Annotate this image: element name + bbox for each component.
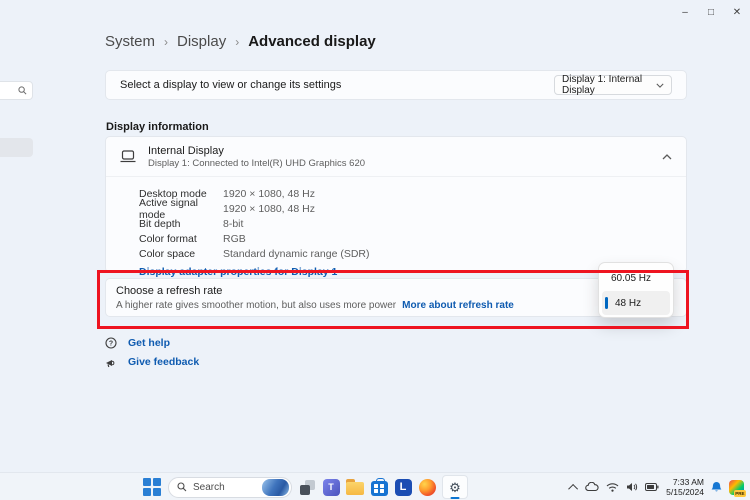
breadcrumb-system[interactable]: System [105,33,155,50]
breadcrumb: System › Display › Advanced display [105,33,376,50]
search-icon [177,482,187,492]
red-highlight-annotation [97,270,689,329]
search-placeholder: Search [193,482,262,493]
display-selector-label: Select a display to view or change its s… [120,79,341,91]
detail-label: Bit depth [139,218,223,230]
teams-app-button[interactable]: T [322,477,340,497]
firefox-button[interactable] [418,477,436,497]
wifi-tray-button[interactable] [606,482,619,492]
svg-text:?: ? [109,341,113,348]
display-selector-card: Select a display to view or change its s… [105,70,687,100]
section-title-display-information: Display information [106,121,209,133]
minimize-button[interactable]: – [672,0,698,24]
bing-daily-image[interactable] [262,479,289,496]
volume-tray-button[interactable] [626,482,638,492]
taskbar: Search T L ⚙ [0,472,750,500]
display-information-card: Internal Display Display 1: Connected to… [105,136,687,273]
active-app-indicator [451,497,460,500]
app-l-button[interactable]: L [394,477,412,497]
nav-search-input[interactable] [0,81,33,100]
detail-row-color-space: Color space Standard dynamic range (SDR) [139,246,686,261]
detail-value: Standard dynamic range (SDR) [223,248,369,260]
tray-date: 5/15/2024 [666,487,704,497]
display-information-expander[interactable]: Internal Display Display 1: Connected to… [106,137,686,177]
copilot-button[interactable]: PRE [729,480,744,495]
firefox-icon [419,479,436,496]
wifi-icon [606,482,619,492]
detail-label: Color space [139,248,223,260]
detail-value: RGB [223,233,246,245]
give-feedback-link[interactable]: Give feedback [105,355,199,369]
battery-icon [645,483,659,491]
cloud-icon [585,482,599,492]
display-selector-value: Display 1: Internal Display [562,74,656,96]
give-feedback-label: Give feedback [128,356,199,368]
gear-icon: ⚙ [449,481,461,494]
speaker-icon [626,482,638,492]
breadcrumb-separator: › [235,35,239,49]
chevron-down-icon [656,83,664,88]
detail-label: Color format [139,233,223,245]
detail-value: 1920 × 1080, 48 Hz [223,203,315,215]
teams-icon: T [323,479,340,496]
display-name: Internal Display [148,145,365,157]
detail-value: 8-bit [223,218,243,230]
windows-logo-icon [143,478,151,486]
taskbar-search-box[interactable]: Search [168,477,292,498]
windows-logo-icon [153,478,161,486]
nav-selected-item[interactable] [0,138,33,157]
file-explorer-button[interactable] [346,477,364,497]
start-button[interactable] [142,477,162,497]
display-connection-subtitle: Display 1: Connected to Intel(R) UHD Gra… [148,158,365,169]
get-help-label: Get help [128,337,170,349]
settings-app-button-active[interactable]: ⚙ [442,475,468,499]
task-view-icon [300,480,315,495]
window-controls: – □ ✕ [672,0,750,24]
windows-logo-icon [153,488,161,496]
close-button[interactable]: ✕ [724,0,750,24]
chevron-up-icon[interactable] [662,154,672,160]
feedback-icon [105,356,117,368]
page-title: Advanced display [248,33,376,50]
help-icon: ? [105,337,117,349]
tray-chevron-up-button[interactable] [571,484,578,491]
windows-logo-icon [143,488,151,496]
display-details: Desktop mode 1920 × 1080, 48 Hz Active s… [106,177,686,278]
detail-row-color-format: Color format RGB [139,231,686,246]
battery-tray-button[interactable] [645,483,659,491]
onedrive-tray-button[interactable] [585,482,599,492]
copilot-preview-badge: PRE [734,490,746,496]
chevron-up-icon [568,483,578,493]
maximize-button[interactable]: □ [698,0,724,24]
get-help-link[interactable]: ? Get help [105,336,170,350]
notifications-button[interactable] [711,481,722,493]
detail-row-active-signal-mode: Active signal mode 1920 × 1080, 48 Hz [139,201,686,216]
laptop-icon [120,150,136,163]
detail-row-bit-depth: Bit depth 8-bit [139,216,686,231]
microsoft-store-button[interactable] [370,477,388,497]
display-selector-dropdown[interactable]: Display 1: Internal Display [554,75,672,95]
bell-icon [711,481,722,493]
folder-icon [346,482,364,495]
breadcrumb-separator: › [164,35,168,49]
tray-time: 7:33 AM [666,477,704,487]
breadcrumb-display[interactable]: Display [177,33,226,50]
detail-value: 1920 × 1080, 48 Hz [223,188,315,200]
store-icon [371,481,388,496]
search-icon [18,86,27,95]
app-l-icon: L [395,479,412,496]
clock[interactable]: 7:33 AM 5/15/2024 [666,477,704,497]
task-view-button[interactable] [298,477,316,497]
